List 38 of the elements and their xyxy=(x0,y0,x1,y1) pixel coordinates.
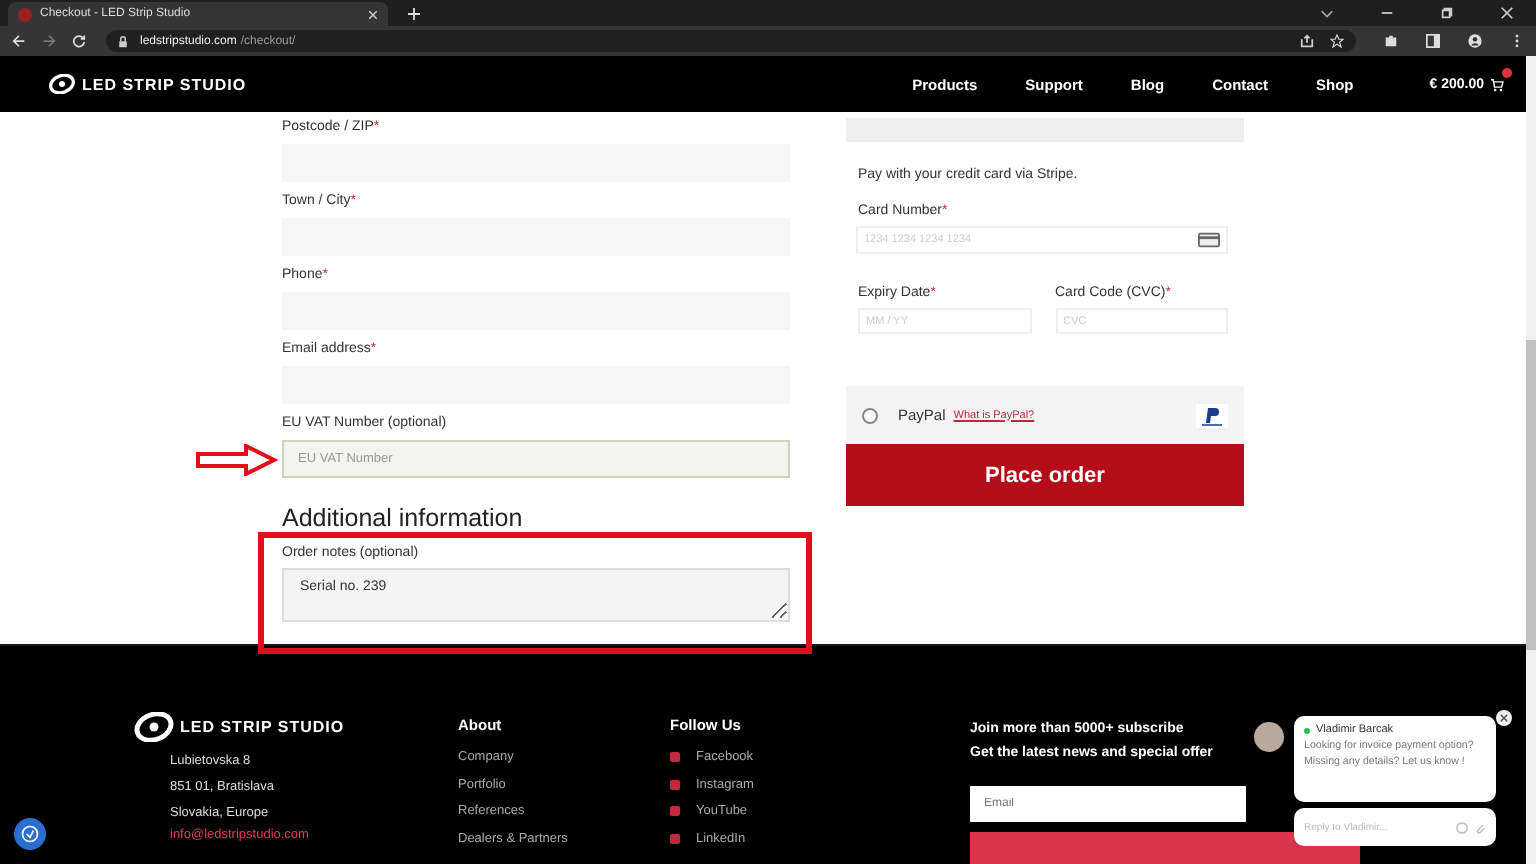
close-icon[interactable] xyxy=(1496,710,1512,726)
radio-button[interactable] xyxy=(862,407,878,423)
new-tab-icon[interactable] xyxy=(408,8,420,20)
profile-icon[interactable] xyxy=(1468,34,1482,48)
social-icon[interactable] xyxy=(670,779,680,790)
social-icon[interactable] xyxy=(670,752,680,763)
scrollbar-thumb[interactable] xyxy=(1526,340,1536,650)
close-window-icon[interactable] xyxy=(1500,6,1514,20)
social-icon[interactable] xyxy=(670,833,680,844)
credit-card-icon xyxy=(1198,232,1220,248)
cart-badge-icon xyxy=(1502,67,1512,77)
close-tab-icon[interactable] xyxy=(368,9,378,19)
sidebar-icon[interactable] xyxy=(1426,34,1440,48)
cart-icon[interactable] xyxy=(1490,77,1504,91)
chevron-down-icon[interactable] xyxy=(1320,6,1334,20)
lock-icon xyxy=(118,35,128,47)
social-icon[interactable] xyxy=(670,806,680,817)
puzzle-icon[interactable] xyxy=(1384,34,1398,48)
accessibility-icon xyxy=(20,824,40,844)
paypal-logo-icon xyxy=(1196,403,1228,427)
restore-icon[interactable] xyxy=(1440,6,1454,20)
section-heading: Additional information xyxy=(282,502,525,534)
menu-icon[interactable] xyxy=(1510,34,1524,48)
star-icon[interactable] xyxy=(1330,34,1344,48)
share-icon[interactable] xyxy=(1300,34,1314,48)
logo-icon xyxy=(48,74,76,94)
minimize-icon[interactable] xyxy=(1380,6,1394,20)
place-order-button[interactable]: Place order xyxy=(846,444,1244,506)
reload-icon[interactable] xyxy=(72,34,86,48)
forward-icon[interactable] xyxy=(42,34,56,48)
logo-wordmark[interactable]: LED STRIP STUDIO xyxy=(82,75,247,93)
logo-wordmark: LED STRIP STUDIO xyxy=(180,718,345,736)
logo-icon xyxy=(134,712,174,742)
back-icon[interactable] xyxy=(12,34,26,48)
subscribe-button[interactable] xyxy=(970,832,1360,864)
favicon-icon xyxy=(18,7,32,21)
scrollbar[interactable] xyxy=(1526,56,1536,864)
annotation-arrow-icon xyxy=(194,444,278,476)
